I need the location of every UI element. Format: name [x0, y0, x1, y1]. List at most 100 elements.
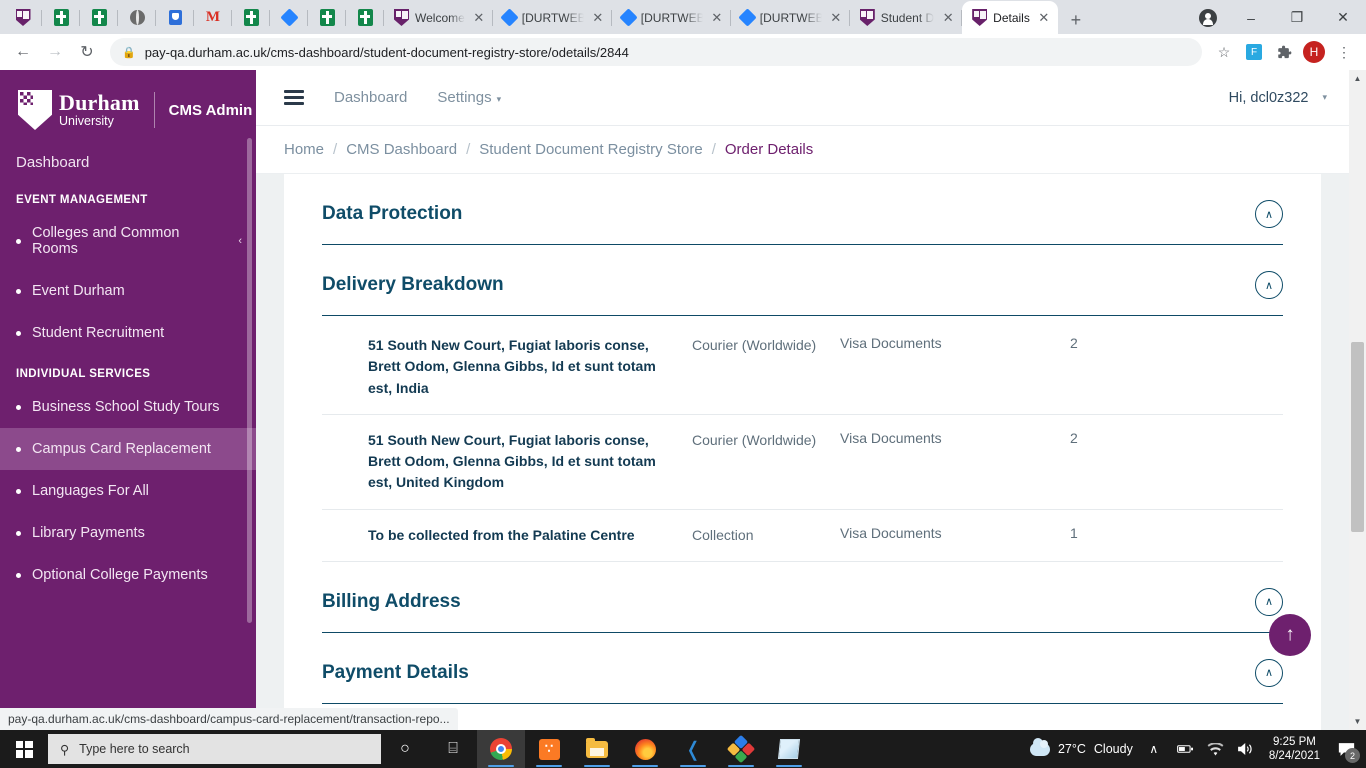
sidebar-group-event-management: EVENT MANAGEMENT: [16, 194, 148, 206]
taskbar-app-notepad[interactable]: [765, 730, 813, 768]
battery-icon[interactable]: [1175, 730, 1197, 768]
pinned-tab-gmail[interactable]: M: [194, 1, 232, 34]
chevron-up-icon[interactable]: ∧: [1255, 200, 1283, 228]
notepad-icon: [777, 739, 801, 759]
sidebar-item-campus-card-replacement[interactable]: Campus Card Replacement: [0, 428, 256, 470]
browser-tab-durtweb-3[interactable]: [DURTWEB ✕: [731, 1, 850, 34]
pinned-tab-cross-4[interactable]: [308, 1, 346, 34]
reload-button[interactable]: ↻: [72, 37, 102, 67]
chrome-menu-icon[interactable]: ⋮: [1330, 38, 1358, 66]
pinned-tab-cross-2[interactable]: [80, 1, 118, 34]
sidebar-item-dashboard[interactable]: Dashboard: [0, 148, 256, 180]
nav-link-dashboard[interactable]: Dashboard: [334, 89, 407, 106]
taskbar-app-pinwheel[interactable]: [717, 730, 765, 768]
browser-tab-welcome[interactable]: Welcome ✕: [384, 1, 493, 34]
taskbar-app-chrome[interactable]: [477, 730, 525, 768]
user-menu[interactable]: Hi, dcl0z322 ▾: [1229, 90, 1327, 106]
browser-tab-durtweb-2[interactable]: [DURTWEB ✕: [612, 1, 731, 34]
pinned-tab-durham[interactable]: [4, 1, 42, 34]
notification-center-button[interactable]: 2: [1332, 730, 1360, 768]
extensions-puzzle-icon[interactable]: [1270, 38, 1298, 66]
sidebar-item-optional-college-payments[interactable]: Optional College Payments: [0, 554, 256, 596]
sidebar-item-student-recruitment[interactable]: Student Recruitment: [0, 312, 256, 354]
browser-toolbar: ← → ↻ 🔒 pay-qa.durham.ac.uk/cms-dashboar…: [0, 34, 1366, 70]
tab-close-icon[interactable]: ✕: [590, 10, 606, 26]
back-button[interactable]: ←: [8, 37, 38, 67]
scroll-to-top-button[interactable]: ↑: [1269, 614, 1311, 656]
breadcrumb-cms-dashboard[interactable]: CMS Dashboard: [346, 141, 457, 158]
breadcrumb-separator: /: [333, 141, 338, 158]
pinned-tab-cross-3[interactable]: [232, 1, 270, 34]
sidebar-item-library-payments[interactable]: Library Payments: [0, 512, 256, 554]
profile-avatar[interactable]: H: [1300, 38, 1328, 66]
scrollbar-thumb[interactable]: [1351, 342, 1364, 532]
nav-link-settings[interactable]: Settings ▾: [437, 89, 501, 106]
tab-close-icon[interactable]: ✕: [828, 10, 844, 26]
search-placeholder: Type here to search: [79, 742, 190, 756]
breadcrumb-home[interactable]: Home: [284, 141, 324, 158]
delivery-document: Visa Documents: [840, 414, 1070, 510]
chevron-up-icon[interactable]: ∧: [1255, 658, 1283, 687]
tray-expand-chevron-icon[interactable]: ∧: [1141, 730, 1167, 768]
sidebar-scrollbar[interactable]: [247, 138, 252, 623]
sidebar-item-business-school-study-tours[interactable]: Business School Study Tours: [0, 386, 256, 428]
sidebar-item-languages-for-all[interactable]: Languages For All: [0, 470, 256, 512]
taskbar-app-file-explorer[interactable]: [573, 730, 621, 768]
taskbar-app-xampp[interactable]: ∵: [525, 730, 573, 768]
sidebar-item-colleges-and-common-rooms[interactable]: Colleges and Common Rooms ‹: [0, 212, 256, 270]
profile-pill-icon[interactable]: [1188, 1, 1228, 34]
tab-close-icon[interactable]: ✕: [940, 10, 956, 26]
tab-close-icon[interactable]: ✕: [471, 10, 487, 26]
top-navbar: Dashboard Settings ▾ Hi, dcl0z322 ▾: [256, 70, 1349, 126]
scrollbar-down-arrow-icon[interactable]: ▼: [1349, 713, 1366, 730]
scrollbar-up-arrow-icon[interactable]: ▲: [1349, 70, 1366, 87]
chevron-up-icon[interactable]: ∧: [1255, 587, 1283, 616]
weather-widget[interactable]: 27°C Cloudy: [1029, 737, 1133, 756]
bullet-icon: [16, 488, 21, 494]
browser-tab-student-d[interactable]: Student D ✕: [850, 1, 963, 34]
pinned-tab-cross-1[interactable]: [42, 1, 80, 34]
app-sidebar: Durham University CMS Admin Dashboard EV…: [0, 70, 256, 730]
hamburger-menu-icon[interactable]: [284, 90, 304, 105]
sidebar-item-label: Optional College Payments: [32, 567, 208, 583]
page-scrollbar[interactable]: ▲ ▼: [1349, 70, 1366, 730]
blue-diamond-icon: [619, 8, 638, 27]
section-header[interactable]: Billing Address ∧: [322, 587, 1283, 633]
breadcrumb-student-document-registry-store[interactable]: Student Document Registry Store: [479, 141, 702, 158]
close-window-button[interactable]: ✕: [1320, 1, 1366, 34]
minimize-button[interactable]: –: [1228, 1, 1274, 34]
browser-tab-durtweb-1[interactable]: [DURTWEB ✕: [493, 1, 612, 34]
tab-close-icon[interactable]: ✕: [1036, 10, 1052, 26]
start-button[interactable]: [0, 730, 48, 768]
sidebar-item-event-durham[interactable]: Event Durham: [0, 270, 256, 312]
sidebar-dashboard-label[interactable]: Dashboard: [16, 154, 89, 171]
pinned-tab-cross-5[interactable]: [346, 1, 384, 34]
volume-icon[interactable]: [1235, 730, 1257, 768]
forward-button[interactable]: →: [40, 37, 70, 67]
new-tab-button[interactable]: +: [1062, 6, 1090, 34]
clock[interactable]: 9:25 PM 8/24/2021: [1265, 735, 1324, 764]
taskbar-app-vscode[interactable]: ❬: [669, 730, 717, 768]
page-viewport: Durham University CMS Admin Dashboard EV…: [0, 70, 1366, 730]
cortana-button[interactable]: ○: [381, 730, 429, 768]
globe-icon: [129, 10, 145, 25]
tab-close-icon[interactable]: ✕: [709, 10, 725, 26]
task-view-button[interactable]: ⌸: [429, 730, 477, 768]
wifi-icon[interactable]: [1205, 730, 1227, 768]
browser-tab-details-active[interactable]: Details ✕: [962, 1, 1058, 34]
maximize-button[interactable]: ❐: [1274, 1, 1320, 34]
pinned-tab-blue-app[interactable]: [156, 1, 194, 34]
section-header[interactable]: Payment Details ∧: [322, 658, 1283, 704]
taskbar-app-firefox[interactable]: [621, 730, 669, 768]
pinned-tab-globe[interactable]: [118, 1, 156, 34]
pinned-tab-jira[interactable]: [270, 1, 308, 34]
extension-icon[interactable]: F: [1240, 38, 1268, 66]
address-bar[interactable]: 🔒 pay-qa.durham.ac.uk/cms-dashboard/stud…: [110, 38, 1202, 66]
sidebar-brand[interactable]: Durham University CMS Admin: [0, 70, 256, 148]
section-header[interactable]: Data Protection ∧: [322, 200, 1283, 245]
chevron-up-icon[interactable]: ∧: [1255, 271, 1283, 299]
search-input[interactable]: ⚲ Type here to search: [48, 734, 381, 764]
lock-icon: 🔒: [122, 46, 136, 59]
section-header[interactable]: Delivery Breakdown ∧: [322, 271, 1283, 316]
bookmark-star-icon[interactable]: ☆: [1210, 38, 1238, 66]
